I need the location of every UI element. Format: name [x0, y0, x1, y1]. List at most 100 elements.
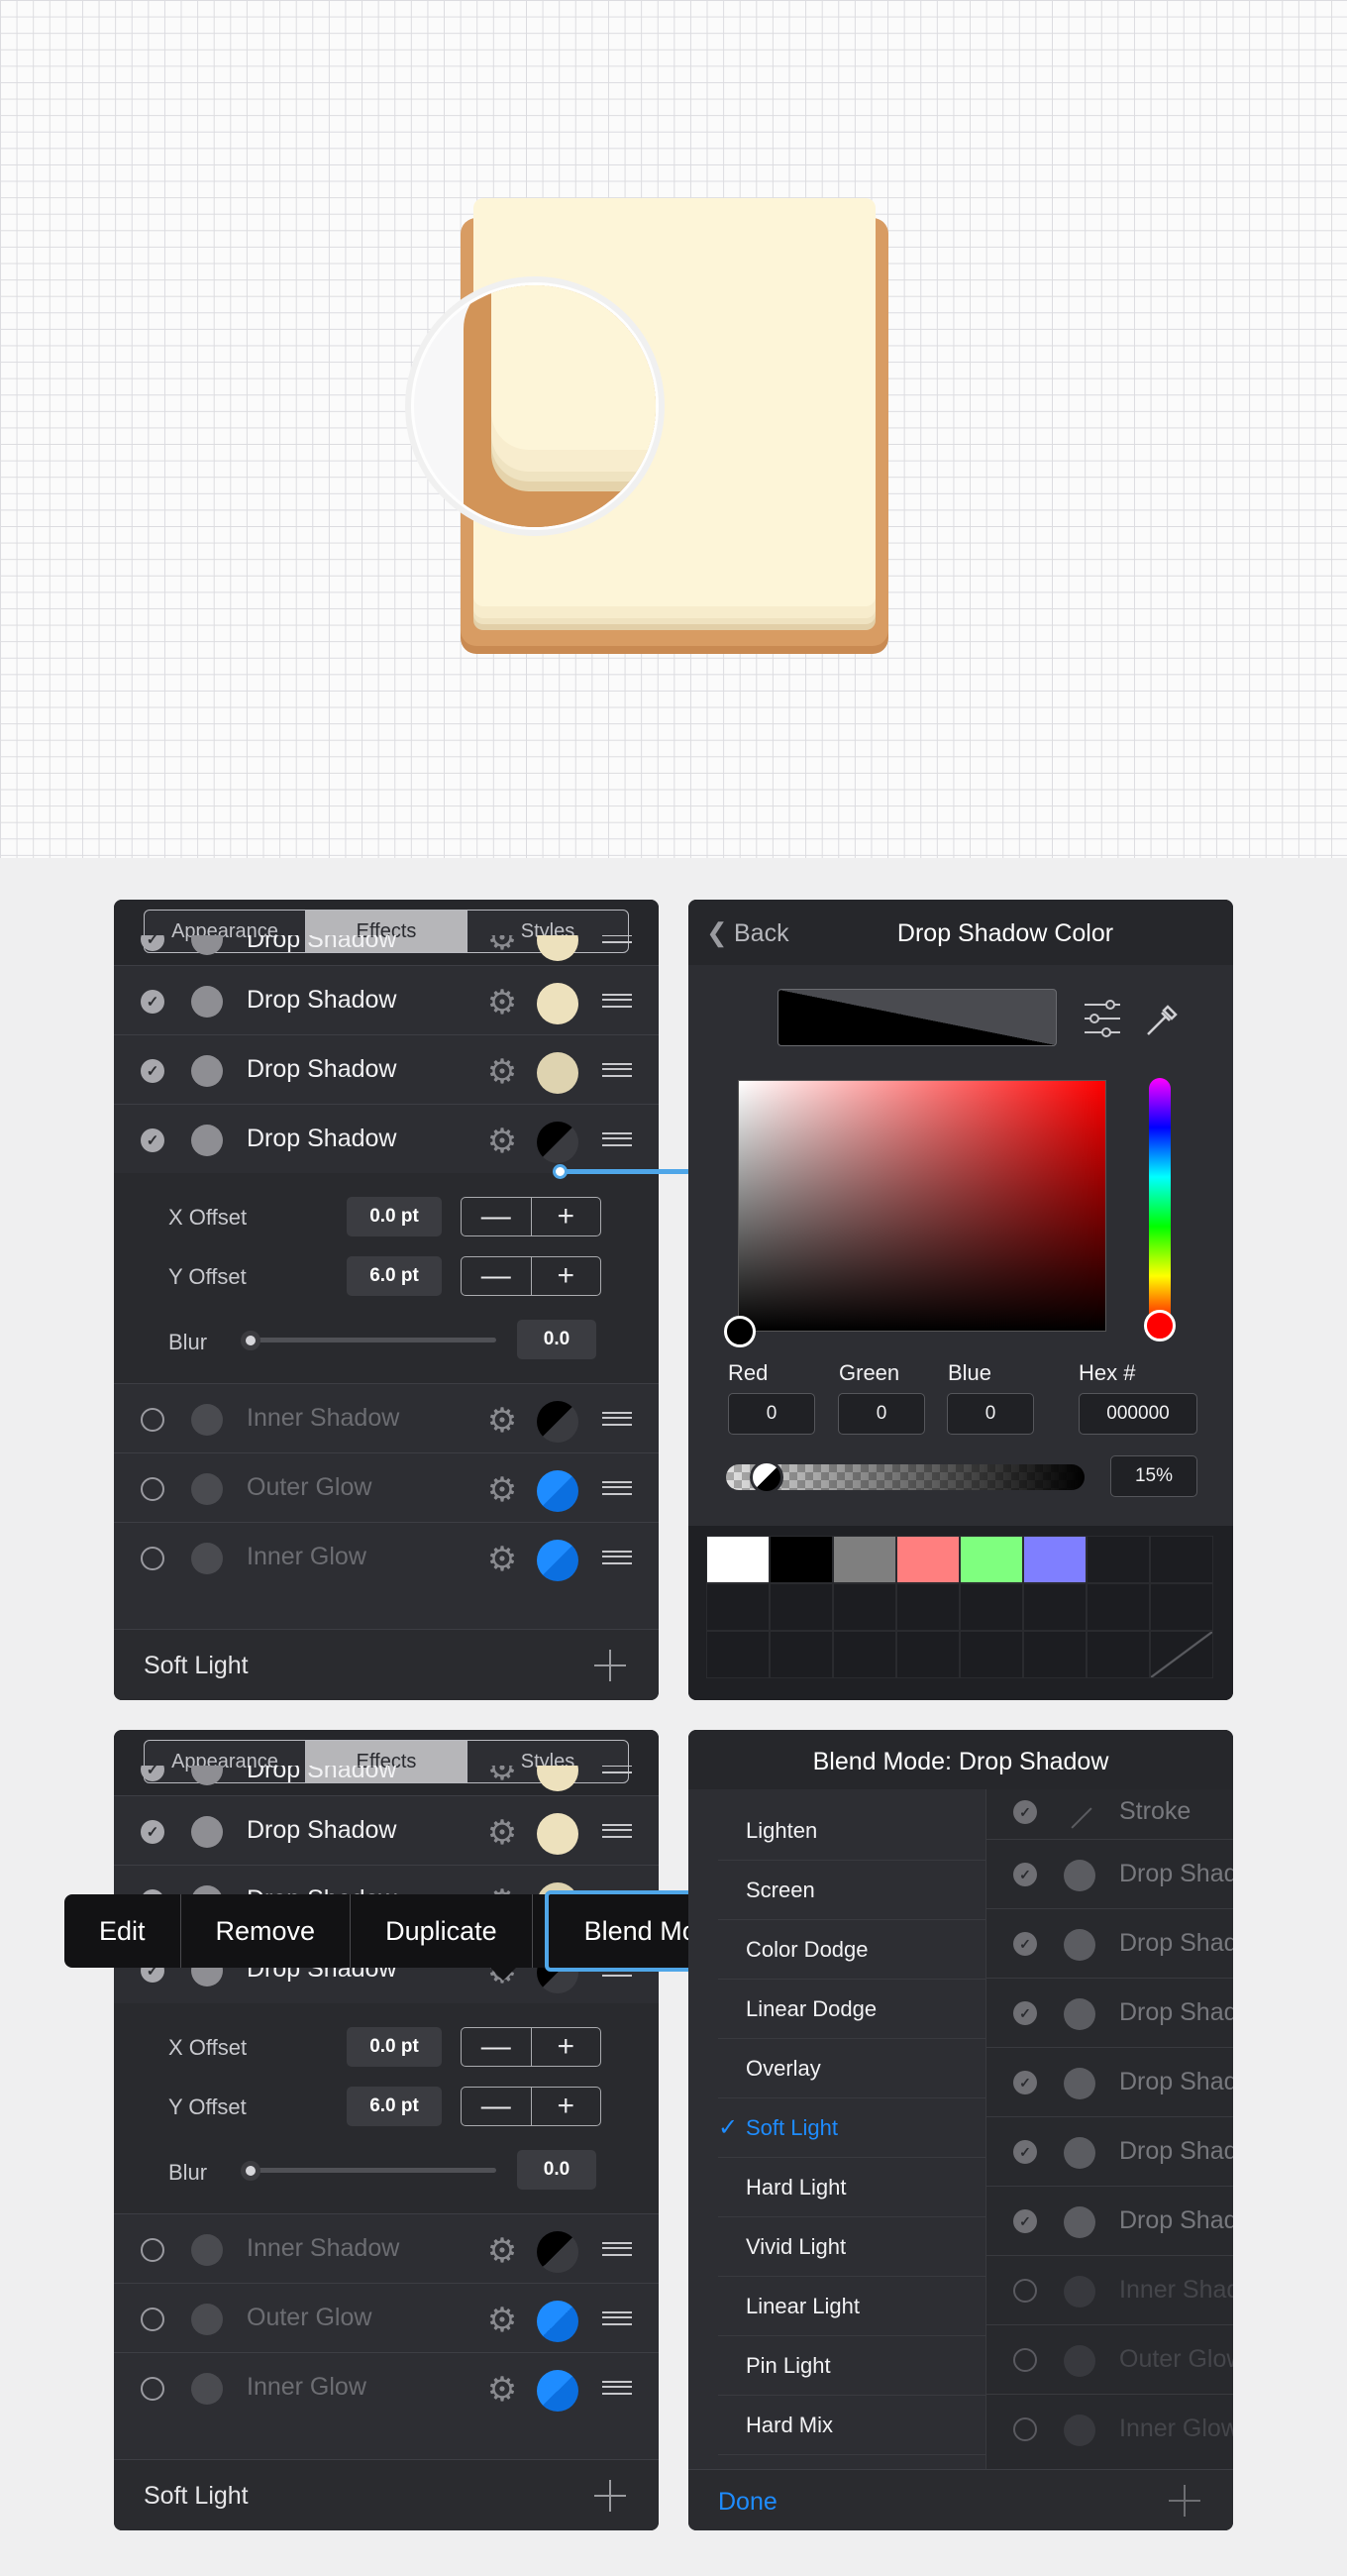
blend-dot[interactable]	[191, 1816, 223, 1848]
color-swatch[interactable]	[537, 983, 578, 1024]
swatch-empty[interactable]	[896, 1631, 960, 1678]
sliders-icon[interactable]	[1083, 999, 1122, 1038]
blend-dot[interactable]	[191, 1055, 223, 1087]
blend-mode-bar[interactable]: Soft Light	[114, 1629, 659, 1700]
x-offset-value[interactable]: 0.0 pt	[347, 1197, 442, 1236]
gear-icon[interactable]: ⚙	[485, 1404, 519, 1438]
gear-icon[interactable]: ⚙	[485, 1473, 519, 1507]
drag-handle-icon[interactable]	[602, 1551, 632, 1564]
swatch-empty[interactable]	[833, 1631, 896, 1678]
gear-icon[interactable]: ⚙	[485, 1543, 519, 1576]
swatch-empty[interactable]	[833, 1583, 896, 1631]
blend-dot[interactable]	[191, 1766, 223, 1785]
swatch-blue[interactable]	[1023, 1536, 1087, 1583]
swatch-empty[interactable]	[896, 1583, 960, 1631]
color-swatch[interactable]	[537, 2370, 578, 2412]
add-effect-icon[interactable]	[594, 1650, 626, 1681]
swatch-empty[interactable]	[1087, 1583, 1150, 1631]
swatch-black[interactable]	[770, 1536, 833, 1583]
effect-row[interactable]: Inner Shadow ⚙	[114, 2213, 659, 2283]
gear-icon[interactable]: ⚙	[485, 2234, 519, 2268]
blur-slider[interactable]	[251, 2168, 496, 2173]
drag-handle-icon[interactable]	[602, 994, 632, 1008]
gear-icon[interactable]: ⚙	[485, 1125, 519, 1158]
drag-handle-icon[interactable]	[602, 1132, 632, 1146]
color-swatch[interactable]	[537, 1401, 578, 1443]
swatch-white[interactable]	[706, 1536, 770, 1583]
back-button[interactable]: Back	[734, 919, 789, 948]
blend-mode-option[interactable]: Screen	[718, 1861, 985, 1920]
color-swatch[interactable]	[537, 2231, 578, 2273]
swatch-empty[interactable]	[1087, 1536, 1150, 1583]
color-swatch[interactable]	[537, 2301, 578, 2342]
minus-button[interactable]: —	[462, 2028, 531, 2066]
opacity-slider-handle[interactable]	[750, 1460, 783, 1494]
enabled-check-icon[interactable]: ✓	[141, 1820, 164, 1844]
blend-mode-option-selected[interactable]: ✓ Soft Light	[718, 2098, 985, 2158]
color-swatch[interactable]	[537, 1122, 578, 1163]
drag-handle-icon[interactable]	[602, 1412, 632, 1426]
blend-dot[interactable]	[191, 1473, 223, 1505]
effect-row[interactable]: ✓ Drop Shadow ⚙	[114, 1766, 659, 1795]
blend-dot[interactable]	[191, 2373, 223, 2405]
y-offset-value[interactable]: 6.0 pt	[347, 2087, 442, 2126]
enabled-check-icon[interactable]: ✓	[141, 1766, 164, 1781]
effect-row[interactable]: Inner Glow ⚙	[114, 2352, 659, 2421]
blend-mode-option[interactable]: Lighten	[718, 1801, 985, 1861]
swatch-none[interactable]	[1150, 1631, 1213, 1678]
enabled-check-icon[interactable]: ✓	[141, 1128, 164, 1152]
gear-icon[interactable]: ⚙	[485, 2373, 519, 2407]
swatch-empty[interactable]	[1023, 1631, 1087, 1678]
blur-slider[interactable]	[251, 1338, 496, 1342]
swatch-empty[interactable]	[1150, 1583, 1213, 1631]
blend-dot[interactable]	[191, 2304, 223, 2335]
blend-dot[interactable]	[191, 2234, 223, 2266]
swatch-empty[interactable]	[960, 1583, 1023, 1631]
blend-mode-option[interactable]: Vivid Light	[718, 2217, 985, 2277]
add-effect-icon[interactable]	[594, 2480, 626, 2512]
swatch-empty[interactable]	[1150, 1536, 1213, 1583]
effect-row[interactable]: ✓ Drop Shadow ⚙	[114, 965, 659, 1034]
gear-icon[interactable]: ⚙	[485, 935, 519, 955]
minus-button[interactable]: —	[462, 1257, 531, 1295]
plus-button[interactable]: +	[530, 1198, 601, 1235]
gear-icon[interactable]: ⚙	[485, 1766, 519, 1785]
blend-dot[interactable]	[191, 1404, 223, 1436]
drag-handle-icon[interactable]	[602, 2311, 632, 2325]
drag-handle-icon[interactable]	[602, 2242, 632, 2256]
enabled-check-icon[interactable]: ✓	[141, 1059, 164, 1083]
effect-row[interactable]: Inner Shadow ⚙	[114, 1383, 659, 1452]
disabled-check-icon[interactable]	[141, 1547, 164, 1570]
back-chevron-icon[interactable]: ❮	[706, 917, 728, 948]
saturation-brightness-field[interactable]	[738, 1080, 1106, 1332]
swatch-red[interactable]	[896, 1536, 960, 1583]
blend-mode-option[interactable]: Pin Light	[718, 2336, 985, 2396]
swatch-empty[interactable]	[960, 1631, 1023, 1678]
color-swatch[interactable]	[537, 1052, 578, 1094]
hue-slider[interactable]	[1149, 1078, 1171, 1326]
drag-handle-icon[interactable]	[602, 1824, 632, 1838]
swatch-empty[interactable]	[1023, 1583, 1087, 1631]
gear-icon[interactable]: ⚙	[485, 2304, 519, 2337]
plus-button[interactable]: +	[530, 2088, 601, 2125]
color-swatch[interactable]	[537, 1766, 578, 1791]
blend-mode-option[interactable]: Linear Dodge	[718, 1980, 985, 2039]
plus-button[interactable]: +	[530, 1257, 601, 1295]
drag-handle-icon[interactable]	[602, 1481, 632, 1495]
drag-handle-icon[interactable]	[602, 1766, 632, 1773]
green-input[interactable]: 0	[838, 1393, 925, 1435]
blend-mode-label[interactable]: Soft Light	[144, 1652, 249, 1680]
blend-mode-bar[interactable]: Soft Light	[114, 2459, 659, 2530]
color-field-handle[interactable]	[724, 1316, 756, 1347]
menu-item-edit[interactable]: Edit	[64, 1894, 181, 1968]
effect-row[interactable]: Outer Glow ⚙	[114, 2283, 659, 2352]
swatch-empty[interactable]	[770, 1583, 833, 1631]
blend-dot[interactable]	[191, 1543, 223, 1574]
color-swatch[interactable]	[537, 1540, 578, 1581]
y-offset-value[interactable]: 6.0 pt	[347, 1256, 442, 1296]
disabled-check-icon[interactable]	[141, 1408, 164, 1432]
effect-row-selected[interactable]: ✓ Drop Shadow ⚙	[114, 1104, 659, 1173]
done-button[interactable]: Done	[718, 2488, 777, 2517]
x-offset-value[interactable]: 0.0 pt	[347, 2027, 442, 2067]
color-swatch[interactable]	[537, 1470, 578, 1512]
